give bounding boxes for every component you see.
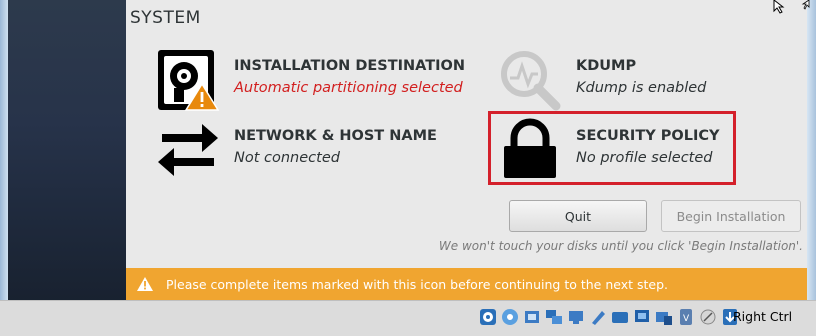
mouse-pointer-icon <box>773 0 785 14</box>
cpu-icon[interactable]: V <box>676 306 696 328</box>
spoke-kdump[interactable]: KDUMP Kdump is enabled <box>498 48 798 118</box>
hard-disk-activity-icon[interactable] <box>500 306 520 328</box>
spoke-title: INSTALLATION DESTINATION <box>234 58 465 74</box>
display-icon[interactable] <box>588 306 608 328</box>
screen-recording-icon[interactable] <box>610 306 630 328</box>
cursor-arrow-icon <box>801 0 810 10</box>
status-bar-icons: V <box>478 305 740 329</box>
virtualbox-status-bar: V Right Ctrl <box>0 300 816 336</box>
quit-button[interactable]: Quit <box>509 200 647 232</box>
installation-summary-hub: SYSTEM INSTALLATION DESTINATION Automati… <box>126 0 807 306</box>
window-right-border <box>807 0 816 306</box>
network-arrows-icon <box>158 124 218 176</box>
spoke-title: NETWORK & HOST NAME <box>234 128 437 144</box>
host-key-label: Right Ctrl <box>733 309 793 324</box>
security-policy-highlight <box>488 111 736 185</box>
warning-triangle-icon <box>137 277 153 291</box>
cpu-icon[interactable] <box>632 306 652 328</box>
svg-text:V: V <box>683 314 690 324</box>
kdump-magnifier-icon <box>501 51 561 111</box>
spoke-installation-destination[interactable]: INSTALLATION DESTINATION Automatic parti… <box>156 48 496 118</box>
spoke-status-warning: Automatic partitioning selected <box>234 80 463 96</box>
vm-icon[interactable] <box>654 306 674 328</box>
spoke-network-host-name[interactable]: NETWORK & HOST NAME Not connected <box>156 118 496 188</box>
shared-folders-icon[interactable] <box>566 306 586 328</box>
incomplete-items-warning-bar: Please complete items marked with this i… <box>126 268 807 300</box>
section-title-system: SYSTEM <box>130 8 201 28</box>
begin-installation-hint: We won't touch your disks until you clic… <box>438 239 803 253</box>
spoke-status: Not connected <box>234 150 340 166</box>
network-icon[interactable] <box>544 306 564 328</box>
hard-disk-icon <box>158 50 220 111</box>
spoke-status: Kdump is enabled <box>576 80 707 96</box>
mouse-integration-icon[interactable] <box>698 306 718 328</box>
optical-drive-icon[interactable] <box>478 306 498 328</box>
warning-bar-text: Please complete items marked with this i… <box>166 276 669 292</box>
spoke-title: KDUMP <box>576 58 637 74</box>
window-left-border <box>0 0 8 306</box>
usb-icon[interactable] <box>522 306 542 328</box>
virtualbox-window: SYSTEM INSTALLATION DESTINATION Automati… <box>0 0 816 336</box>
begin-installation-button[interactable]: Begin Installation <box>661 200 801 232</box>
installer-sidebar <box>8 0 126 306</box>
